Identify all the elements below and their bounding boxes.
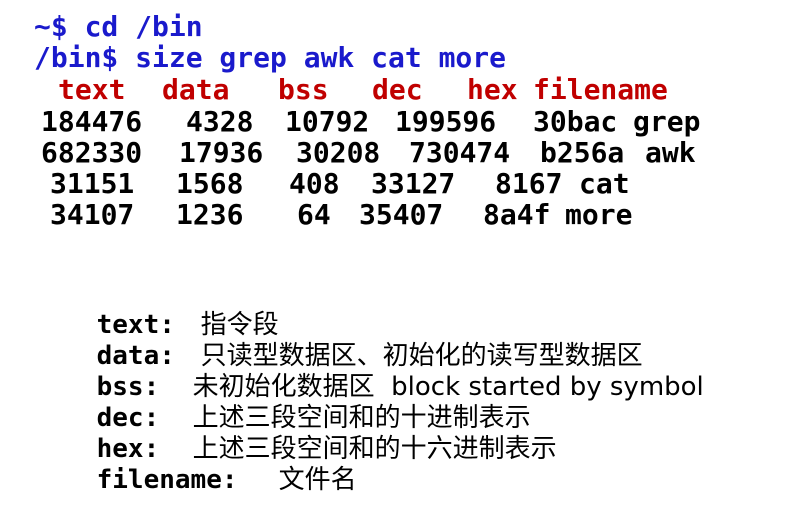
header-bss: bss [278,73,329,106]
cell-text: 31151 [50,167,135,200]
command-line-cd: ~$ cd /bin [34,10,203,43]
header-hex: hex [467,73,518,106]
cell-dec: 35407 [359,198,444,231]
cell-filename: awk [645,136,696,169]
legend-term: filename: [96,465,238,495]
cell-data: 1568 [176,167,244,200]
cell-hex: 8167 [495,167,563,200]
legend-item-filename: filename: 文件名 [34,441,357,519]
cell-hex: b256a [540,136,625,169]
cell-dec: 730474 [409,136,511,169]
cell-filename: more [565,198,633,231]
cell-bss: 30208 [296,136,381,169]
cell-hex: 8a4f [483,198,551,231]
cell-filename: grep [633,105,701,138]
header-text: text [58,73,126,106]
cell-bss: 10792 [285,105,370,138]
header-dec: dec [372,73,423,106]
cell-filename: cat [579,167,630,200]
cell-data: 1236 [176,198,244,231]
cell-text: 184476 [41,105,143,138]
cell-dec: 199596 [395,105,497,138]
cell-bss: 64 [297,198,331,231]
cell-data: 17936 [179,136,264,169]
legend-description: 文件名 [278,465,357,495]
header-filename: filename [533,73,668,106]
header-data: data [162,73,230,106]
cell-text: 682330 [41,136,143,169]
cell-dec: 33127 [371,167,456,200]
cell-text: 34107 [50,198,135,231]
cell-bss: 408 [289,167,340,200]
cell-data: 4328 [186,105,254,138]
command-line-size: /bin$ size grep awk cat more [34,41,507,74]
cell-hex: 30bac [533,105,618,138]
